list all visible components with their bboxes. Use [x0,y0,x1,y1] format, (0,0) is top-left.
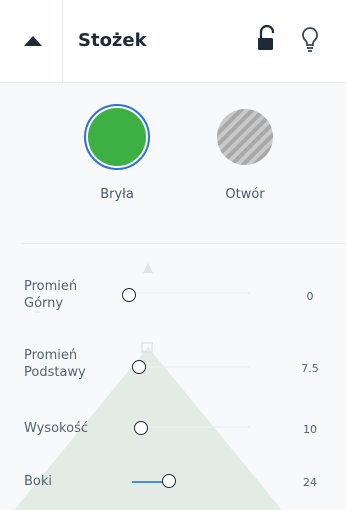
section-divider [22,243,346,244]
collapse-button[interactable] [18,27,48,55]
height-label: Wysokość [24,420,88,437]
mode-solid-label: Bryła [100,187,134,202]
header-divider [62,0,63,82]
top-radius-slider-knob[interactable] [122,288,136,302]
base-radius-slider-knob[interactable] [132,360,146,374]
mode-hole-button[interactable]: Otwór [200,103,290,202]
solid-swatch-icon [84,104,150,170]
sides-slider-knob[interactable] [162,474,176,488]
lock-button[interactable] [255,24,277,54]
hint-button[interactable] [299,24,321,54]
top-radius-value: 0 [306,290,314,303]
base-radius-label-line2: Podstawy [24,365,86,380]
sides-label-line1: Boki [24,474,53,489]
height-label-line1: Wysokość [24,421,88,436]
sides-slider-track-fill [132,481,164,483]
base-radius-label: Promień Podstawy [24,347,86,381]
hole-striped-swatch-icon [217,109,273,165]
base-radius-value: 7.5 [301,362,319,375]
top-radius-label-line2: Górny [24,296,64,311]
shape-header: Stożek [0,0,346,83]
top-radius-label: Promień Górny [24,278,77,312]
shape-title: Stożek [78,30,147,51]
height-value: 10 [303,423,317,436]
caret-up-icon [23,35,43,47]
mode-hole-label: Otwór [225,187,265,202]
unlocked-padlock-icon [255,24,277,58]
mode-solid-button[interactable]: Bryła [72,103,162,202]
base-radius-label-line1: Promień [24,348,78,363]
lightbulb-icon [299,27,321,58]
sides-label: Boki [24,473,52,490]
top-radius-label-line1: Promień [24,279,78,294]
sides-value: 24 [303,476,317,489]
height-slider-knob[interactable] [134,421,148,435]
